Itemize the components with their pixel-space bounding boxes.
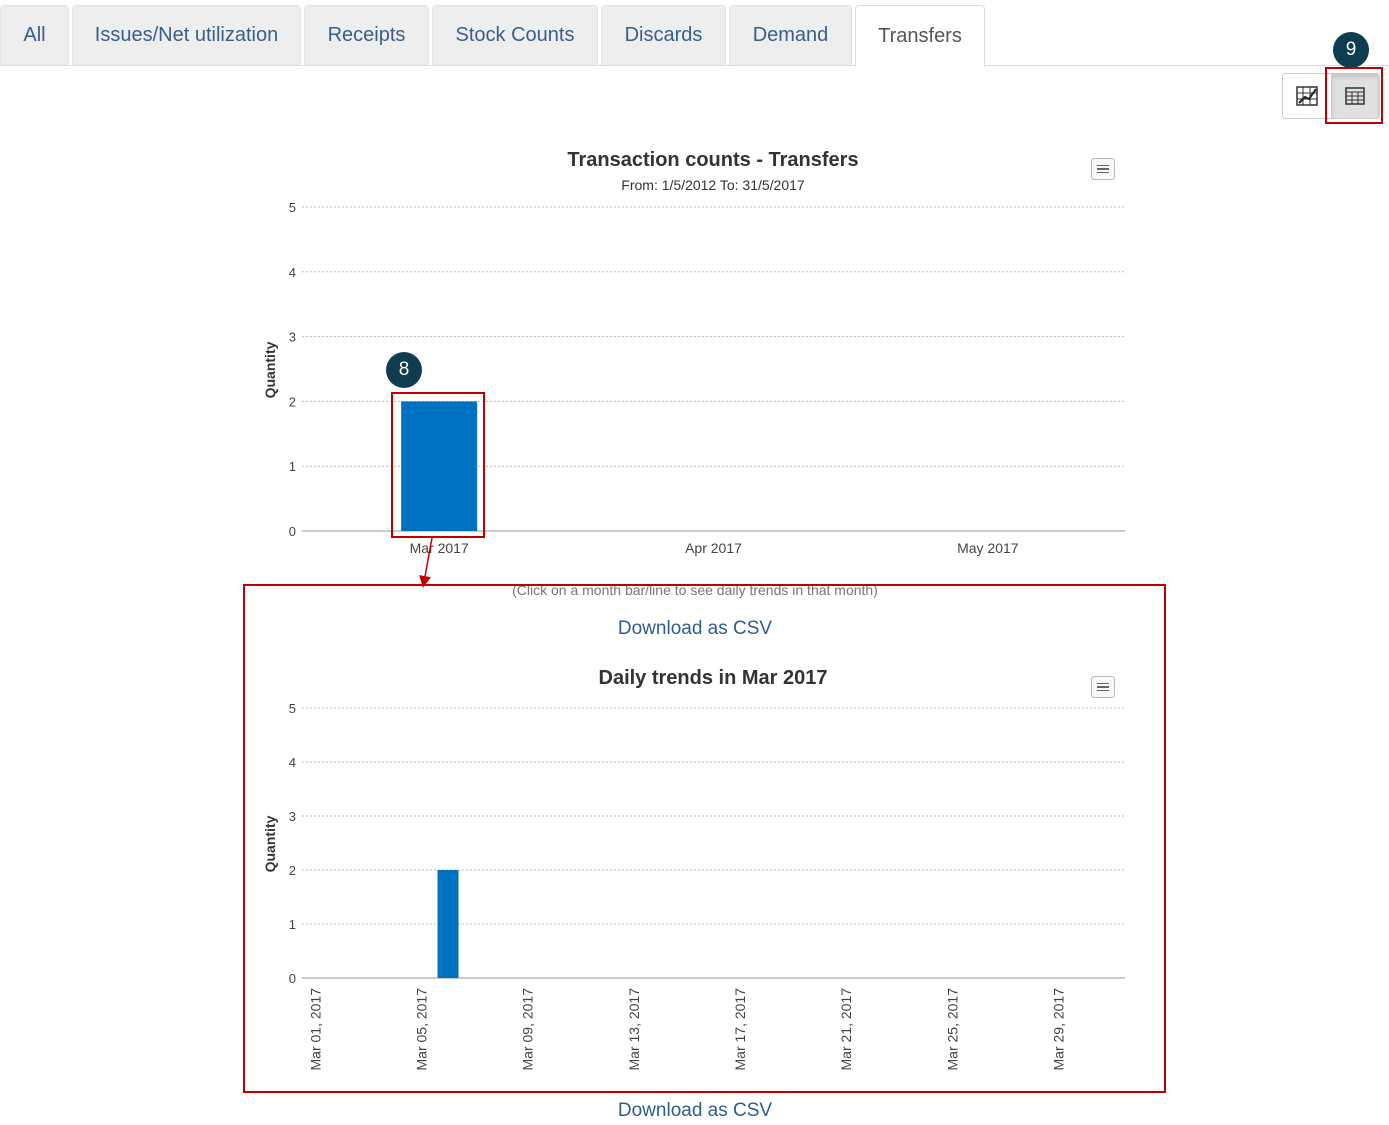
table-icon (1345, 87, 1365, 105)
chart-icon (1296, 86, 1318, 106)
table-view-button[interactable] (1330, 74, 1379, 118)
monthly-chart-title: Transaction counts - Transfers (567, 149, 859, 171)
view-toggle-group (1282, 73, 1380, 119)
daily-x-tick-label: Mar 05, 2017 (413, 988, 429, 1071)
hamburger-line (1097, 168, 1109, 170)
monthly-y-tick-label: 2 (289, 394, 296, 409)
monthly-x-tick-label: Mar 2017 (410, 540, 469, 556)
tab-discards[interactable]: Discards (601, 5, 726, 65)
daily-y-axis-label: Quantity (262, 815, 278, 872)
daily-download-csv-link[interactable]: Download as CSV (545, 1100, 845, 1122)
daily-x-tick-label: Mar 17, 2017 (732, 988, 748, 1071)
daily-y-tick-label: 5 (289, 701, 296, 716)
monthly-x-tick-label: May 2017 (957, 540, 1019, 556)
daily-y-tick-label: 3 (289, 809, 296, 824)
callout-badge-9: 9 (1333, 32, 1369, 68)
tab-issues-net-utilization[interactable]: Issues/Net utilization (72, 5, 301, 65)
tab-transfers[interactable]: Transfers (855, 5, 985, 67)
monthly-y-tick-label: 4 (289, 265, 296, 280)
monthly-y-tick-label: 3 (289, 330, 296, 345)
monthly-y-tick-label: 0 (289, 524, 296, 539)
monthly-chart-hint: (Click on a month bar/line to see daily … (512, 582, 878, 598)
report-tab-bar: All Issues/Net utilization Receipts Stoc… (0, 0, 1389, 67)
daily-x-tick-label: Mar 01, 2017 (307, 988, 323, 1071)
monthly-chart-subtitle: From: 1/5/2012 To: 31/5/2017 (621, 177, 805, 193)
daily-chart-menu-button[interactable] (1091, 676, 1115, 698)
tab-demand[interactable]: Demand (729, 5, 852, 65)
daily-x-tick-label: Mar 09, 2017 (520, 988, 536, 1071)
monthly-bar[interactable] (401, 401, 478, 531)
callout-box-month-bar (391, 392, 485, 538)
monthly-chart-menu-button[interactable] (1091, 158, 1115, 180)
daily-chart-title: Daily trends in Mar 2017 (598, 667, 828, 689)
callout-badge-8: 8 (386, 352, 422, 388)
tab-stock-counts[interactable]: Stock Counts (432, 5, 598, 65)
chart-view-button[interactable] (1283, 74, 1331, 118)
monthly-y-tick-label: 1 (289, 459, 296, 474)
hamburger-line (1097, 686, 1109, 688)
hamburger-line (1097, 171, 1109, 174)
daily-x-tick-label: Mar 25, 2017 (944, 988, 960, 1071)
monthly-download-csv-link[interactable]: Download as CSV (545, 618, 845, 640)
daily-y-tick-label: 2 (289, 863, 296, 878)
callout-arrow-line (419, 537, 433, 588)
daily-bar[interactable] (437, 870, 459, 978)
daily-x-tick-label: Mar 13, 2017 (626, 988, 642, 1071)
daily-y-tick-label: 4 (289, 755, 296, 770)
daily-x-tick-label: Mar 29, 2017 (1051, 988, 1067, 1071)
daily-y-tick-label: 0 (289, 971, 296, 986)
monthly-y-tick-label: 5 (289, 200, 296, 215)
tab-receipts[interactable]: Receipts (304, 5, 429, 65)
daily-y-tick-label: 1 (289, 917, 296, 932)
monthly-x-tick-label: Apr 2017 (685, 540, 742, 556)
hamburger-menu-icon (1097, 682, 1109, 685)
monthly-y-axis-label: Quantity (262, 341, 278, 398)
tab-all[interactable]: All (0, 5, 69, 65)
hamburger-menu-icon (1097, 164, 1109, 167)
hamburger-line (1097, 689, 1109, 692)
callout-box-daily-trends (243, 584, 1166, 1093)
daily-x-tick-label: Mar 21, 2017 (838, 988, 854, 1071)
